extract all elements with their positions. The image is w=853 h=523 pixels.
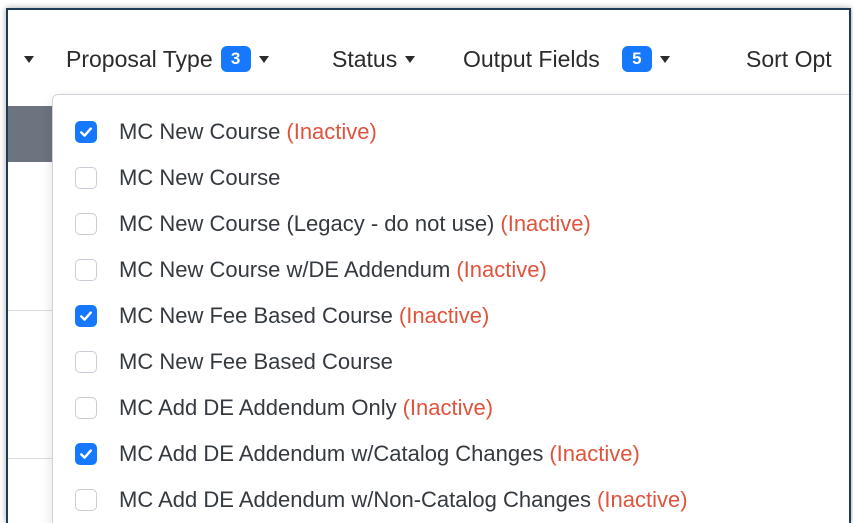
proposal-type-filter[interactable]: Proposal Type 3 <box>66 44 269 74</box>
inactive-tag: (Inactive) <box>456 257 547 282</box>
checkbox-checked[interactable] <box>75 443 97 465</box>
checkbox[interactable] <box>75 351 97 373</box>
option-label: MC New Fee Based Course <box>119 303 393 328</box>
option-row[interactable]: MC Add DE Addendum Only (Inactive) <box>75 391 493 425</box>
option-row[interactable]: MC New Course (Legacy - do not use) (Inac… <box>75 207 591 241</box>
proposal-type-label: Proposal Type <box>66 45 213 72</box>
option-label: MC New Course <box>119 165 281 190</box>
inactive-tag: (Inactive) <box>402 395 494 420</box>
checkbox-checked[interactable] <box>75 121 97 143</box>
chevron-down-icon <box>24 55 34 63</box>
app-frame: Proposal Type 3 Status Output Fields 5 S… <box>6 8 851 523</box>
previous-filter-dropdown[interactable] <box>24 44 34 74</box>
checkbox[interactable] <box>75 489 97 511</box>
inactive-tag: (Inactive) <box>286 119 377 144</box>
chevron-down-icon <box>659 55 670 63</box>
option-row[interactable]: MC New Course <box>75 161 280 195</box>
checkmark-icon <box>80 311 92 321</box>
proposal-type-count-badge: 3 <box>220 46 251 72</box>
inactive-tag: (Inactive) <box>597 487 688 512</box>
checkbox[interactable] <box>75 213 97 235</box>
status-filter[interactable]: Status <box>332 44 416 74</box>
status-label: Status <box>332 45 398 72</box>
checkbox[interactable] <box>75 259 97 281</box>
sort-options-filter[interactable]: Sort Opt <box>746 44 832 74</box>
inactive-tag: (Inactive) <box>549 441 640 466</box>
checkmark-icon <box>80 449 92 459</box>
background-divider <box>8 458 52 459</box>
output-fields-filter[interactable]: Output Fields 5 <box>463 44 670 74</box>
checkmark-icon <box>80 127 92 137</box>
option-row[interactable]: MC New Course w/DE Addendum (Inactive) <box>75 253 547 287</box>
checkbox[interactable] <box>75 397 97 419</box>
option-label: MC Add DE Addendum Only <box>119 395 397 420</box>
option-row[interactable]: MC Add DE Addendum w/Non-Catalog Changes… <box>75 483 688 517</box>
option-row[interactable]: MC New Fee Based Course (Inactive) <box>75 299 489 333</box>
checkbox-checked[interactable] <box>75 305 97 327</box>
background-divider <box>8 310 52 311</box>
background-row-highlight <box>8 106 52 162</box>
option-row[interactable]: MC Add DE Addendum w/Catalog Changes (Ina… <box>75 437 640 471</box>
proposal-type-dropdown-menu: MC New Course (Inactive) MC New Course MC… <box>52 94 849 523</box>
inactive-tag: (Inactive) <box>500 211 591 236</box>
output-fields-count-badge: 5 <box>621 46 652 72</box>
sort-options-label: Sort Opt <box>746 45 832 72</box>
option-label: MC Add DE Addendum w/Non-Catalog Changes <box>119 487 592 512</box>
chevron-down-icon <box>258 55 269 63</box>
option-label: MC Add DE Addendum w/Catalog Changes <box>119 441 544 466</box>
option-label: MC New Course w/DE Addendum <box>119 257 451 282</box>
option-row[interactable]: MC New Fee Based Course <box>75 345 393 379</box>
option-label: MC New Course (Legacy - do not use) <box>119 211 495 236</box>
inactive-tag: (Inactive) <box>398 303 490 328</box>
option-row[interactable]: MC New Course (Inactive) <box>75 115 377 149</box>
output-fields-label: Output Fields <box>463 45 600 72</box>
option-label: MC New Fee Based Course <box>119 349 393 374</box>
checkbox[interactable] <box>75 167 97 189</box>
chevron-down-icon <box>405 55 416 63</box>
filter-toolbar: Proposal Type 3 Status Output Fields 5 S… <box>8 10 849 96</box>
option-label: MC New Course <box>119 119 281 144</box>
